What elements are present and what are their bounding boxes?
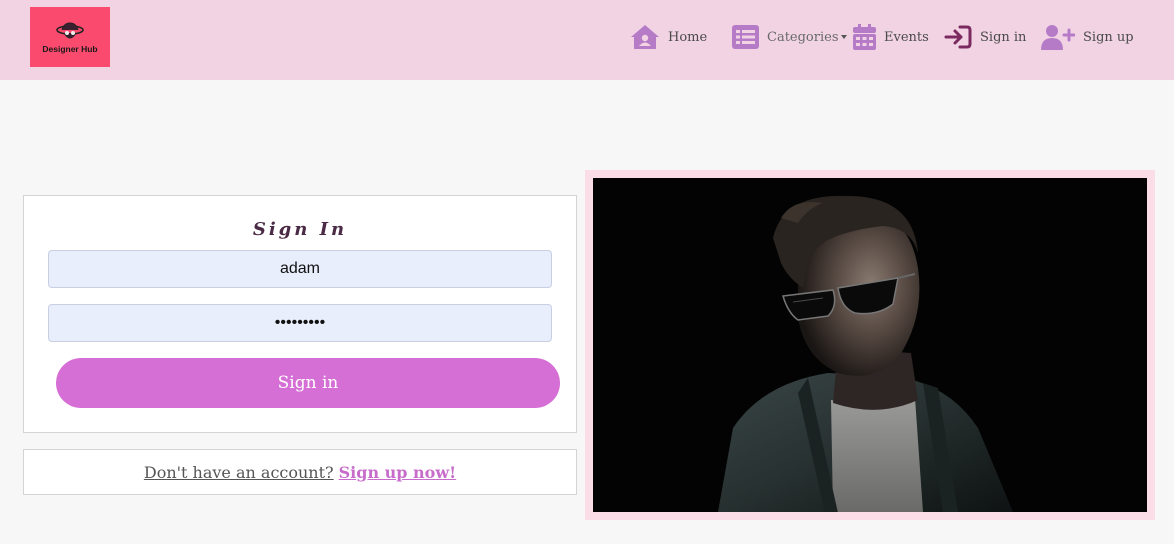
nav-home-label: Home [668,29,708,45]
nav-home[interactable]: Home [630,22,707,52]
list-icon [732,25,759,49]
nav-categories-label: Categories [767,29,839,45]
calendar-icon [853,24,876,50]
signup-link[interactable]: Sign up now! [339,463,457,482]
logo-text: Designer Hub [42,43,98,54]
nav-signin-label: Sign in [980,29,1027,45]
nav-events-label: Events [884,29,929,45]
chevron-down-icon [840,35,847,39]
home-icon [631,25,659,49]
signup-prompt: Don't have an account? [143,462,334,482]
password-field[interactable] [48,304,552,342]
username-field[interactable] [48,250,552,288]
nav-signup-label: Sign up [1083,29,1134,45]
user-plus-icon [1041,25,1075,50]
signin-card: Sign In Sign in [23,195,577,433]
hero-image-frame [585,170,1155,520]
signin-button[interactable]: Sign in [56,358,560,408]
brand-logo[interactable]: Designer Hub [30,7,110,67]
hero-image [593,178,1147,512]
signup-card: Don't have an account? Sign up now! [23,449,577,495]
nav-categories[interactable]: Categories [732,22,847,52]
top-navbar: Designer Hub Home Categories Events Sign… [0,0,1174,80]
nav-signin[interactable]: Sign in [944,22,1026,52]
nav-signup[interactable]: Sign up [1041,22,1134,52]
sign-in-icon [944,25,972,49]
hat-icon [56,21,84,38]
signin-title: Sign In [252,219,348,240]
nav-events[interactable]: Events [853,22,929,52]
